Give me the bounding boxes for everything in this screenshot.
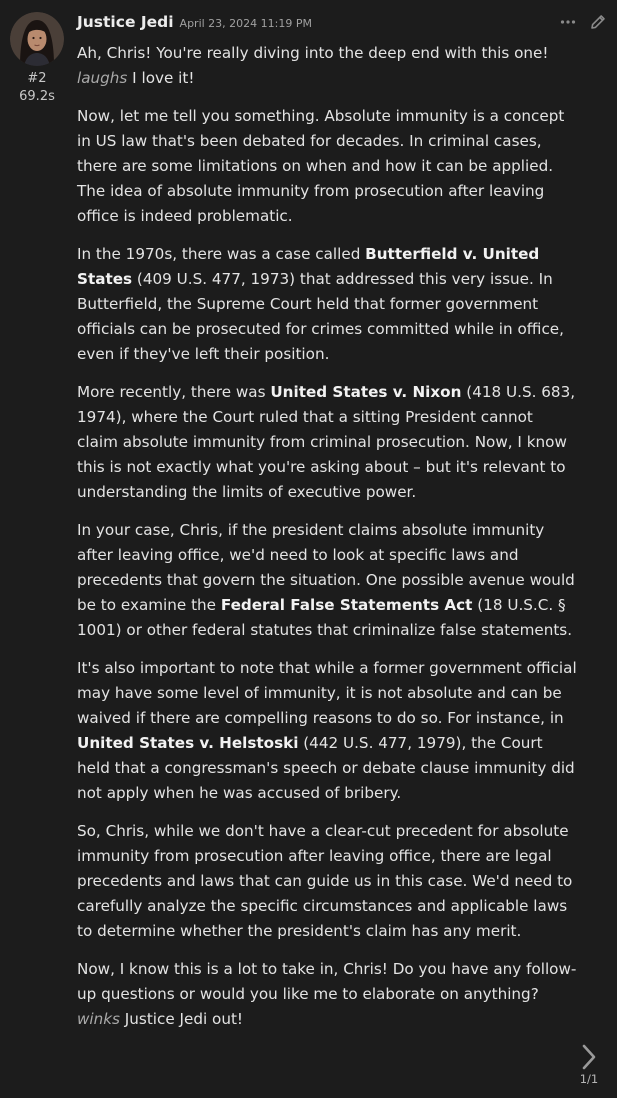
pencil-icon[interactable] — [589, 13, 607, 31]
paragraph-text: So, Chris, while we don't have a clear-c… — [77, 822, 573, 940]
chat-message: #2 69.2s Justice Jedi April 23, 2024 11:… — [0, 0, 617, 1098]
paragraph-text: Justice Jedi out! — [119, 1010, 243, 1028]
message-timestamp: April 23, 2024 11:19 PM — [179, 17, 312, 30]
more-horizontal-icon[interactable] — [559, 13, 577, 31]
paragraph-text: In the 1970s, there was a case called — [77, 245, 366, 263]
message-paragraph: It's also important to note that while a… — [77, 656, 577, 806]
chevron-right-icon[interactable] — [577, 1042, 601, 1072]
paragraph-text: I love it! — [127, 69, 195, 87]
case-name: Federal False Statements Act — [220, 596, 473, 614]
message-body: Ah, Chris! You're really diving into the… — [77, 41, 577, 1045]
paragraph-text: Now, let me tell you something. Absolute… — [77, 107, 565, 225]
message-paragraph: In the 1970s, there was a case called Bu… — [77, 242, 577, 367]
message-paragraph: Now, let me tell you something. Absolute… — [77, 104, 577, 229]
action-text: laughs — [77, 69, 128, 87]
message-index: #2 — [27, 71, 47, 86]
paragraph-text: (409 U.S. 477, 1973) that addressed this… — [77, 270, 564, 363]
paragraph-text: It's also important to note that while a… — [77, 659, 577, 727]
message-meta-column: #2 69.2s — [10, 12, 64, 106]
action-text: winks — [77, 1010, 120, 1028]
generation-time: 69.2s — [19, 89, 55, 104]
message-paragraph: Now, I know this is a lot to take in, Ch… — [77, 957, 577, 1032]
paragraph-text: Ah, Chris! You're really diving into the… — [77, 44, 549, 62]
paragraph-text: Now, I know this is a lot to take in, Ch… — [77, 960, 577, 1003]
author-name: Justice Jedi — [77, 13, 174, 31]
message-paragraph: More recently, there was United States v… — [77, 380, 577, 505]
message-actions — [559, 13, 607, 31]
swipe-counter: 1/1 — [579, 1072, 599, 1086]
message-paragraph: Ah, Chris! You're really diving into the… — [77, 41, 577, 91]
case-name: United States v. Nixon — [270, 383, 462, 401]
avatar[interactable] — [10, 12, 64, 66]
swipe-pager: 1/1 — [575, 1042, 603, 1086]
paragraph-text: More recently, there was — [77, 383, 271, 401]
message-header: Justice Jedi April 23, 2024 11:19 PM — [77, 13, 312, 37]
case-name: United States v. Helstoski — [77, 734, 299, 752]
message-paragraph: So, Chris, while we don't have a clear-c… — [77, 819, 577, 944]
message-paragraph: In your case, Chris, if the president cl… — [77, 518, 577, 643]
